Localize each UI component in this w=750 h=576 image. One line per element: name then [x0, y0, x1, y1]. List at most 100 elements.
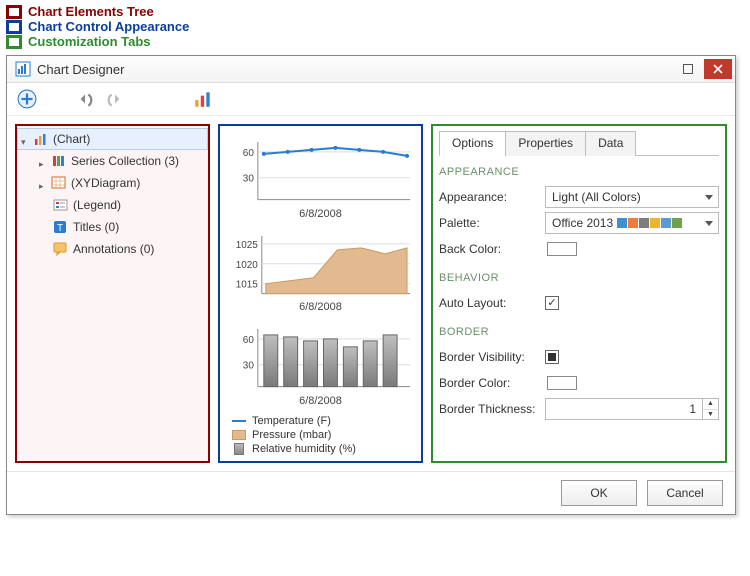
svg-text:1025: 1025	[236, 239, 259, 250]
close-button[interactable]	[704, 59, 732, 79]
tree-node-annotations[interactable]: Annotations (0)	[17, 238, 208, 260]
row-backcolor: Back Color:	[439, 236, 719, 262]
swatch	[6, 5, 22, 19]
preview-line-chart: 60 30 6/8/2008	[226, 132, 415, 220]
tree-node-titles[interactable]: T Titles (0)	[17, 216, 208, 238]
row-palette: Palette: Office 2013	[439, 210, 719, 236]
undo-icon[interactable]	[75, 89, 95, 109]
chart-type-icon[interactable]	[193, 89, 213, 109]
legend-item: Relative humidity (%)	[232, 443, 415, 455]
row-border-visibility: Border Visibility:	[439, 344, 719, 370]
preview-panel: 60 30 6/8/2008 1025 1020 1015 6/8/2008	[218, 124, 423, 463]
spinner-down-icon[interactable]: ▼	[703, 410, 718, 420]
toolbar	[7, 83, 735, 116]
tree-label: (Legend)	[73, 198, 121, 212]
chart-app-icon	[15, 61, 31, 77]
legend-preview-label: Chart Control Appearance	[28, 19, 189, 34]
add-icon[interactable]	[17, 89, 37, 109]
legend-tree: Chart Elements Tree	[6, 4, 744, 19]
swatch	[6, 35, 22, 49]
svg-text:1015: 1015	[236, 279, 259, 290]
appearance-combo[interactable]: Light (All Colors)	[545, 186, 719, 208]
series-legend: Temperature (F) Pressure (mbar) Relative…	[226, 413, 415, 455]
palette-chips	[617, 218, 682, 228]
series-icon	[51, 154, 67, 168]
area-swatch-icon	[232, 429, 246, 441]
tree-node-legend[interactable]: (Legend)	[17, 194, 208, 216]
elements-tree-panel: (Chart) Series Collection (3) (XYDiagram…	[15, 124, 210, 463]
legend-label: Pressure (mbar)	[252, 429, 331, 441]
legend-item: Pressure (mbar)	[232, 429, 415, 441]
legend-preview: Chart Control Appearance	[6, 19, 744, 34]
label: Border Thickness:	[439, 402, 539, 416]
tab-data[interactable]: Data	[585, 131, 636, 156]
row-appearance: Appearance: Light (All Colors)	[439, 184, 719, 210]
tab-properties[interactable]: Properties	[505, 131, 586, 156]
tab-strip: Options Properties Data	[439, 130, 719, 156]
svg-text:30: 30	[243, 174, 255, 185]
group-appearance: APPEARANCE	[439, 166, 719, 178]
chart-designer-window: Chart Designer	[6, 55, 736, 515]
diagram-icon	[51, 176, 67, 190]
row-border-color: Border Color:	[439, 370, 719, 396]
legend-tree-label: Chart Elements Tree	[28, 4, 154, 19]
expander-icon[interactable]	[39, 179, 47, 187]
svg-text:T: T	[57, 223, 63, 234]
titlebar: Chart Designer	[7, 56, 735, 83]
spinner-up-icon[interactable]: ▲	[703, 399, 718, 410]
row-autolayout: Auto Layout:	[439, 290, 719, 316]
maximize-button[interactable]	[674, 59, 702, 79]
tree-node-xy[interactable]: (XYDiagram)	[17, 172, 208, 194]
chart-icon	[33, 132, 49, 146]
svg-text:60: 60	[243, 148, 255, 159]
backcolor-picker[interactable]	[547, 242, 577, 256]
tree-label: Titles (0)	[73, 220, 119, 234]
line-swatch-icon	[232, 415, 246, 427]
combo-value: Light (All Colors)	[552, 190, 641, 204]
group-border: BORDER	[439, 326, 719, 338]
tree-node-series[interactable]: Series Collection (3)	[17, 150, 208, 172]
axis-label: 6/8/2008	[226, 208, 415, 220]
label: Palette:	[439, 216, 539, 230]
dialog-footer: OK Cancel	[7, 471, 735, 514]
preview-bar-chart: 60 30 6/8/2008	[226, 319, 415, 407]
customization-panel: Options Properties Data APPEARANCE Appea…	[431, 124, 727, 463]
tree-label: (Chart)	[53, 132, 90, 146]
legend-tabs: Customization Tabs	[6, 34, 744, 49]
palette-combo[interactable]: Office 2013	[545, 212, 719, 234]
tree-label: (XYDiagram)	[71, 176, 140, 190]
label: Auto Layout:	[439, 296, 539, 310]
svg-text:1020: 1020	[236, 259, 259, 270]
svg-text:30: 30	[243, 361, 255, 372]
label: Border Color:	[439, 376, 539, 390]
tree-node-chart[interactable]: (Chart)	[17, 128, 208, 150]
border-visibility-checkbox[interactable]	[545, 350, 559, 364]
swatch	[6, 20, 22, 34]
spinner-value: 1	[546, 402, 702, 416]
tree-label: Annotations (0)	[73, 242, 154, 256]
group-behavior: BEHAVIOR	[439, 272, 719, 284]
border-thickness-spinner[interactable]: 1 ▲ ▼	[545, 398, 719, 420]
label: Border Visibility:	[439, 350, 539, 364]
titles-icon: T	[53, 220, 69, 234]
axis-label: 6/8/2008	[226, 395, 415, 407]
ok-button[interactable]: OK	[561, 480, 637, 506]
legend-label: Temperature (F)	[252, 415, 331, 427]
expander-icon[interactable]	[21, 135, 29, 143]
redo-icon[interactable]	[105, 89, 125, 109]
combo-value: Office 2013	[552, 216, 613, 230]
row-border-thickness: Border Thickness: 1 ▲ ▼	[439, 396, 719, 422]
cancel-button[interactable]: Cancel	[647, 480, 723, 506]
window-title: Chart Designer	[37, 62, 124, 77]
border-color-picker[interactable]	[547, 376, 577, 390]
preview-area-chart: 1025 1020 1015 6/8/2008	[226, 226, 415, 314]
legend-icon	[53, 198, 69, 212]
expander-icon[interactable]	[39, 157, 47, 165]
label: Appearance:	[439, 190, 539, 204]
annotations-icon	[53, 242, 69, 256]
legend-item: Temperature (F)	[232, 415, 415, 427]
legend-tabs-label: Customization Tabs	[28, 34, 151, 49]
tab-options[interactable]: Options	[439, 131, 506, 156]
bar-swatch-icon	[232, 443, 246, 455]
autolayout-checkbox[interactable]	[545, 296, 559, 310]
